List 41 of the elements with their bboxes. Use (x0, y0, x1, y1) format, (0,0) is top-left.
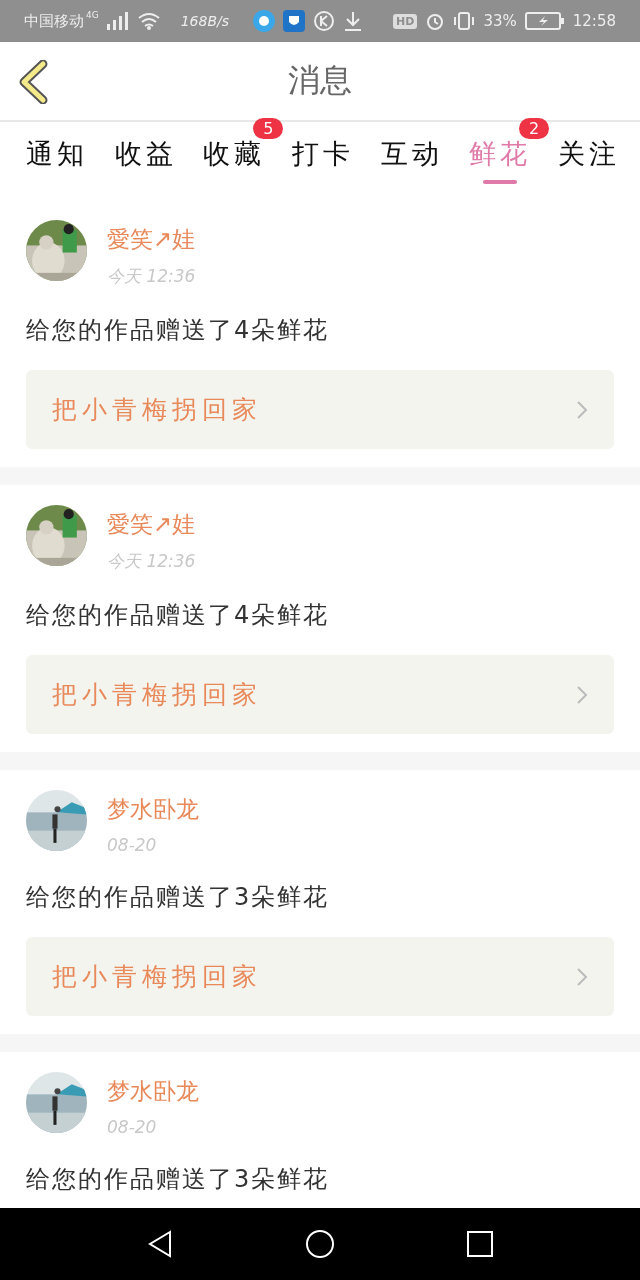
download-icon (343, 10, 364, 32)
user-name[interactable]: 梦水卧龙 (107, 794, 199, 825)
vibrate-icon (453, 11, 476, 31)
chevron-right-icon (576, 966, 588, 987)
count-badge: 5 (253, 118, 284, 139)
work-link[interactable]: 把小青梅拐回家 (26, 937, 614, 1016)
message-text: 给您的作品赠送了4朵鲜花 (26, 315, 331, 346)
tab[interactable]: 互动 (380, 122, 443, 172)
work-link[interactable]: 把小青梅拐回家 (26, 370, 614, 449)
work-link[interactable]: 把小青梅拐回家 (26, 655, 614, 734)
home-nav-icon[interactable] (305, 1229, 335, 1259)
alarm-icon (425, 11, 446, 31)
tab[interactable]: 关注 (557, 122, 620, 172)
message-text: 给您的作品赠送了4朵鲜花 (26, 600, 331, 631)
tab-underline (483, 180, 518, 184)
user-name[interactable]: 梦水卧龙 (107, 1076, 199, 1107)
count-badge: 2 (519, 118, 550, 139)
signal-icon (106, 12, 129, 30)
message-text: 给您的作品赠送了3朵鲜花 (26, 882, 331, 913)
carrier-label: 中国移动 (24, 11, 84, 31)
hd-badge: HD (393, 13, 418, 29)
shield-app-icon (283, 10, 306, 32)
tab[interactable]: 通知 (26, 122, 88, 172)
clock: 12:58 (572, 12, 616, 30)
chevron-right-icon (576, 684, 588, 705)
chevron-right-icon (576, 399, 588, 420)
tab[interactable]: 收益 (114, 122, 177, 172)
message-text: 给您的作品赠送了3朵鲜花 (26, 1164, 331, 1195)
page-title: 消息 (288, 60, 352, 101)
user-name[interactable]: 愛笑↗娃 (107, 224, 196, 255)
battery-charging-icon (524, 11, 565, 31)
back-icon[interactable] (18, 60, 48, 104)
tab[interactable]: 打卡 (291, 122, 354, 172)
network-speed: 168B/s (180, 13, 230, 29)
music-app-icon (253, 10, 276, 32)
recents-nav-icon[interactable] (466, 1230, 495, 1258)
circle-k-icon (313, 10, 336, 32)
user-name[interactable]: 愛笑↗娃 (107, 509, 196, 540)
wifi-icon (136, 12, 161, 30)
network-type: 4G (86, 10, 99, 20)
battery-percent: 33% (483, 12, 517, 30)
